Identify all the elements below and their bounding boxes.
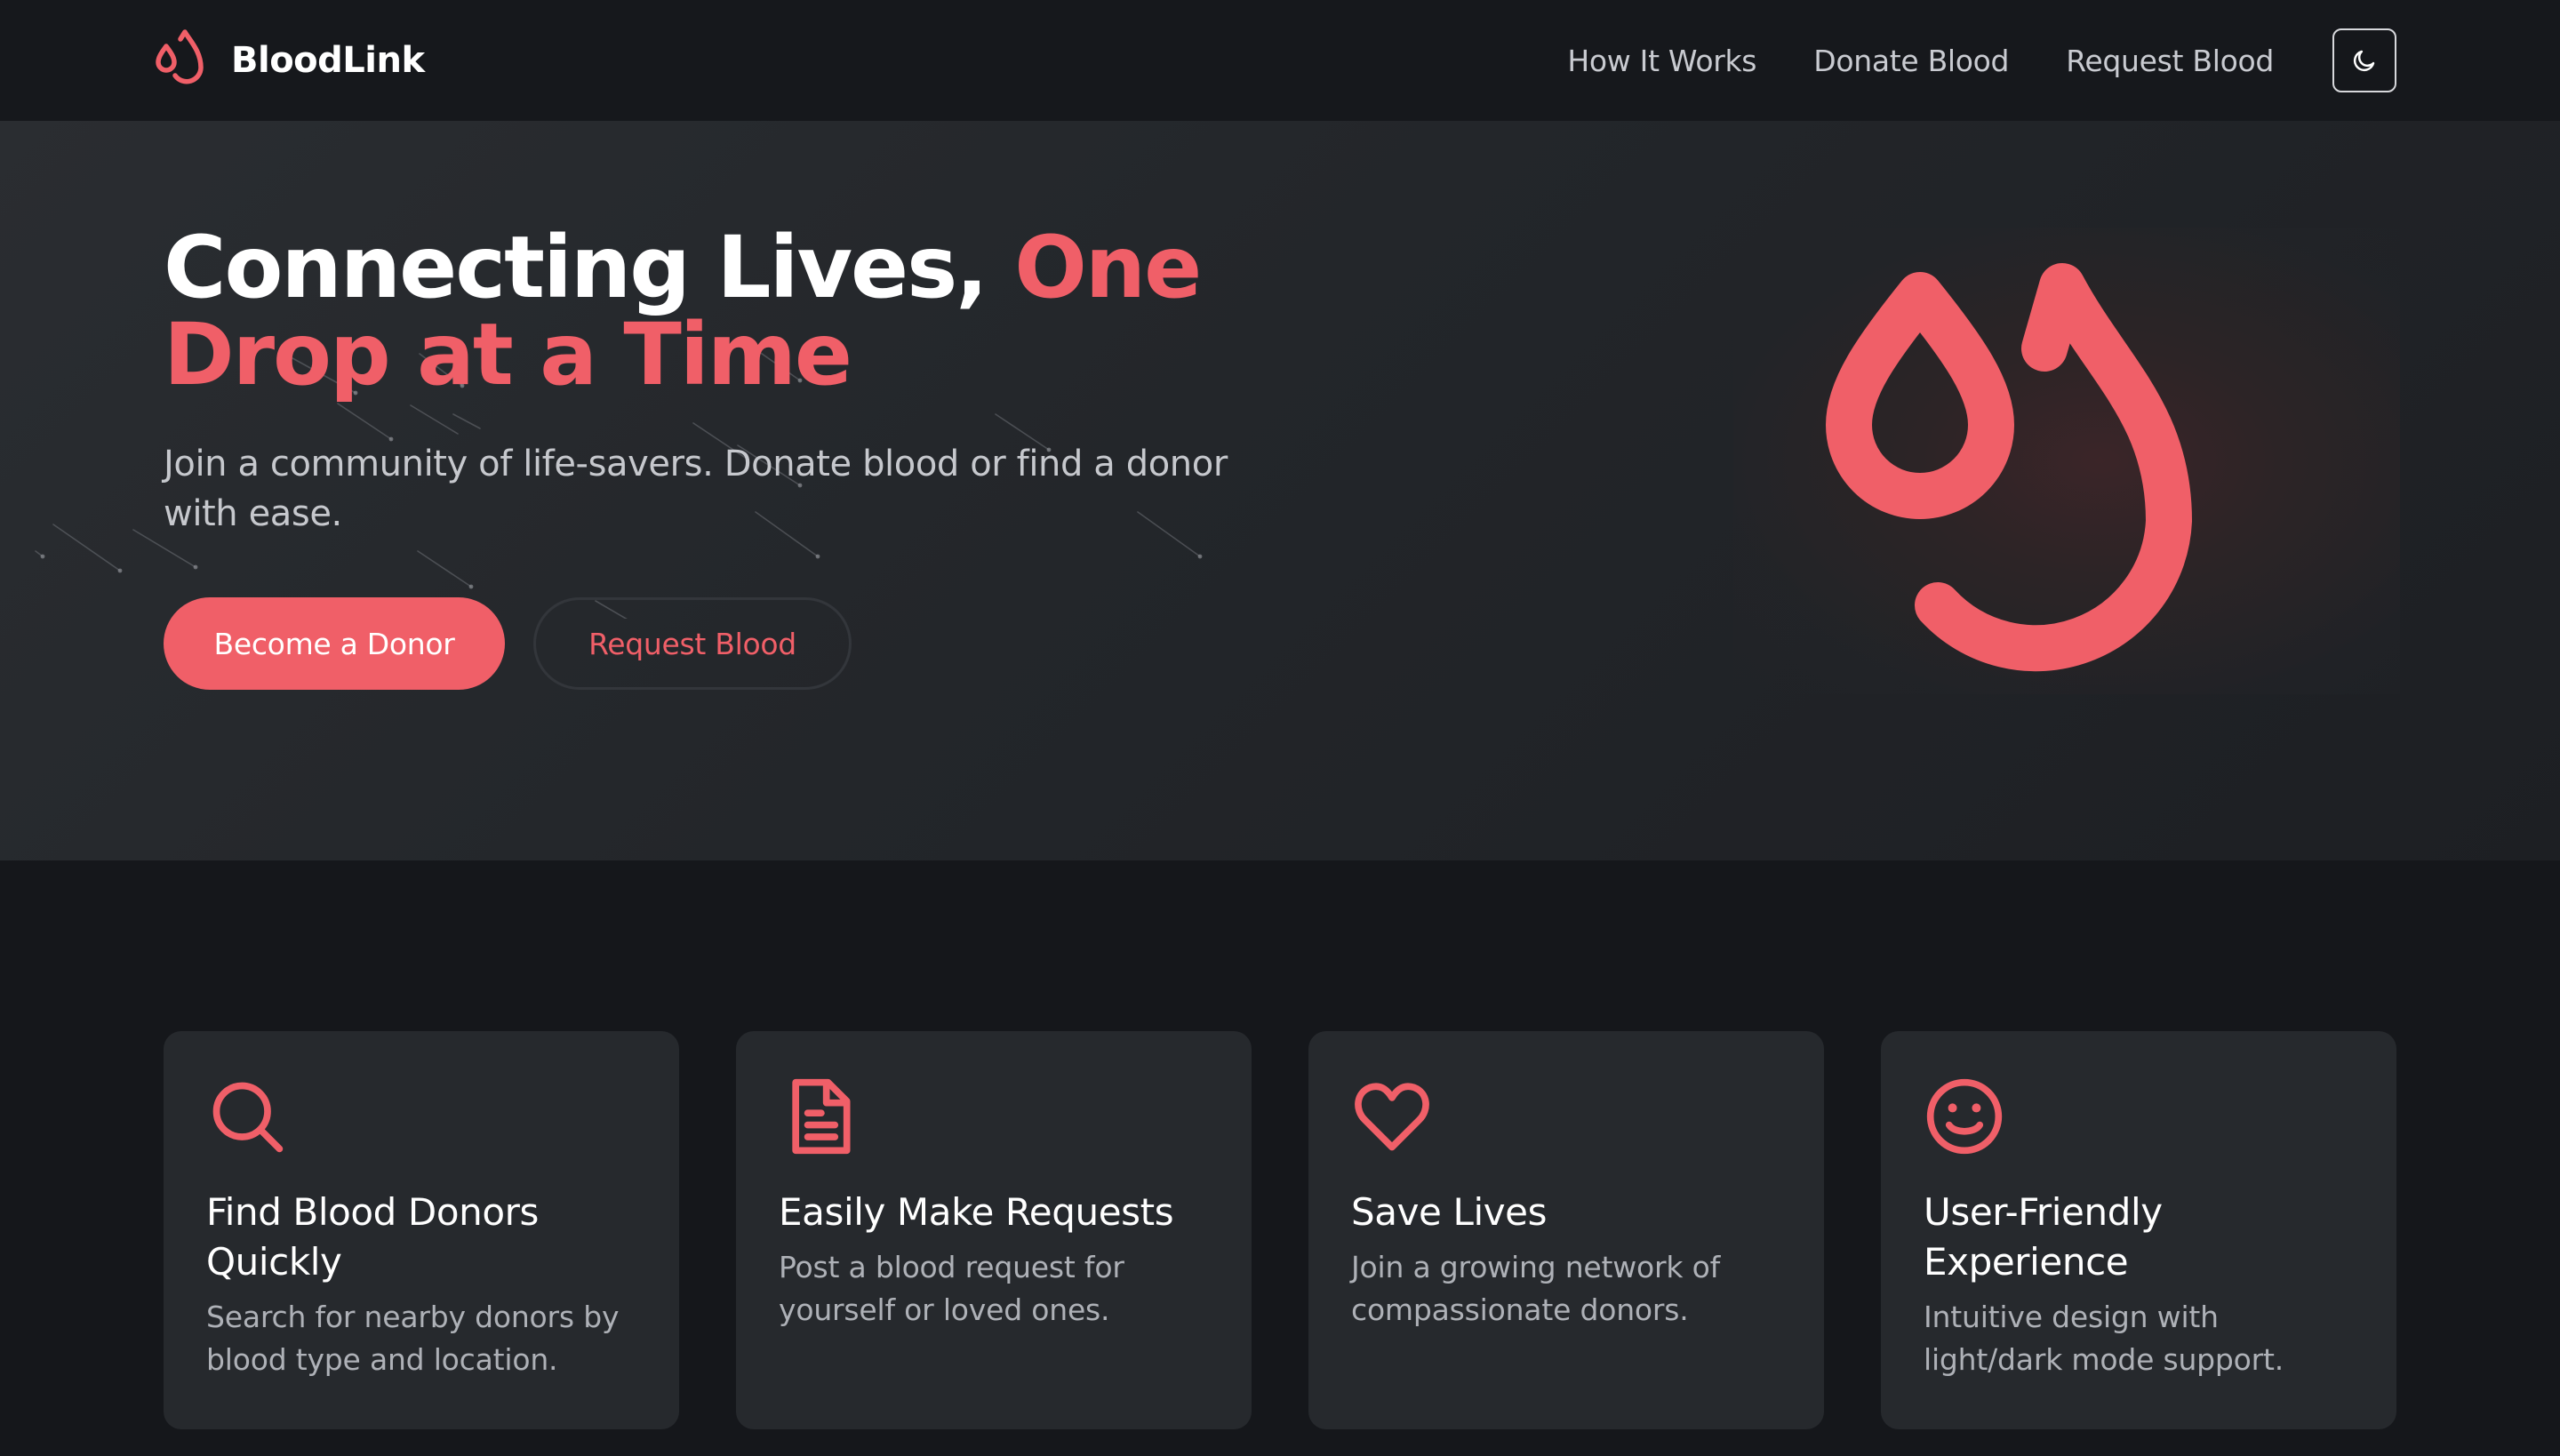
feature-card-make-requests: Easily Make Requests Post a blood reques… — [736, 1031, 1252, 1429]
feature-description: Post a blood request for yourself or lov… — [779, 1250, 1124, 1327]
feature-description: Intuitive design with light/dark mode su… — [1924, 1300, 2284, 1377]
nav-link-how-it-works[interactable]: How It Works — [1567, 44, 1756, 78]
become-donor-button[interactable]: Become a Donor — [164, 597, 505, 690]
feature-title: User-Friendly Experience — [1924, 1190, 2163, 1284]
feature-title: Find Blood Donors Quickly — [206, 1190, 539, 1284]
document-icon — [792, 1078, 851, 1155]
blood-drops-icon — [156, 29, 204, 84]
theme-toggle-button[interactable] — [2332, 28, 2396, 92]
blood-drops-icon — [1826, 263, 2192, 672]
smiley-icon — [1926, 1078, 2003, 1155]
hero-section: Connecting Lives, One Drop at a Time Joi… — [0, 121, 2560, 860]
feature-title: Save Lives — [1351, 1190, 1548, 1234]
moon-icon — [2353, 50, 2375, 72]
feature-description: Join a growing network of compassionate … — [1351, 1250, 1721, 1327]
navbar: BloodLink How It Works Donate Blood Requ… — [0, 0, 2560, 121]
nav-link-request-blood[interactable]: Request Blood — [2066, 44, 2274, 78]
nav-link-donate-blood[interactable]: Donate Blood — [1813, 44, 2009, 78]
nav-links: How It Works Donate Blood Request Blood — [1567, 44, 2274, 78]
hero-title: Connecting Lives, One Drop at a Time — [164, 224, 1230, 398]
feature-card-save-lives: Save Lives Join a growing network of com… — [1308, 1031, 1824, 1429]
search-icon — [212, 1082, 284, 1153]
brand-home-link[interactable]: BloodLink — [151, 28, 425, 92]
feature-card-user-friendly: User-Friendly Experience Intuitive desig… — [1881, 1031, 2396, 1429]
features-section: Find Blood Donors Quickly Search for nea… — [164, 1031, 2396, 1429]
feature-description: Search for nearby donors by blood type a… — [206, 1300, 620, 1377]
feature-card-find-donors: Find Blood Donors Quickly Search for nea… — [164, 1031, 679, 1429]
brand-name: BloodLink — [231, 40, 425, 81]
request-blood-button[interactable]: Request Blood — [533, 597, 852, 690]
hero-title-main: Connecting Lives, — [164, 218, 1015, 317]
hero-illustration — [1733, 228, 2400, 694]
feature-title: Easily Make Requests — [779, 1190, 1174, 1234]
heart-icon — [1355, 1083, 1429, 1151]
hero-subtitle: Join a community of life-savers. Donate … — [164, 444, 1228, 534]
